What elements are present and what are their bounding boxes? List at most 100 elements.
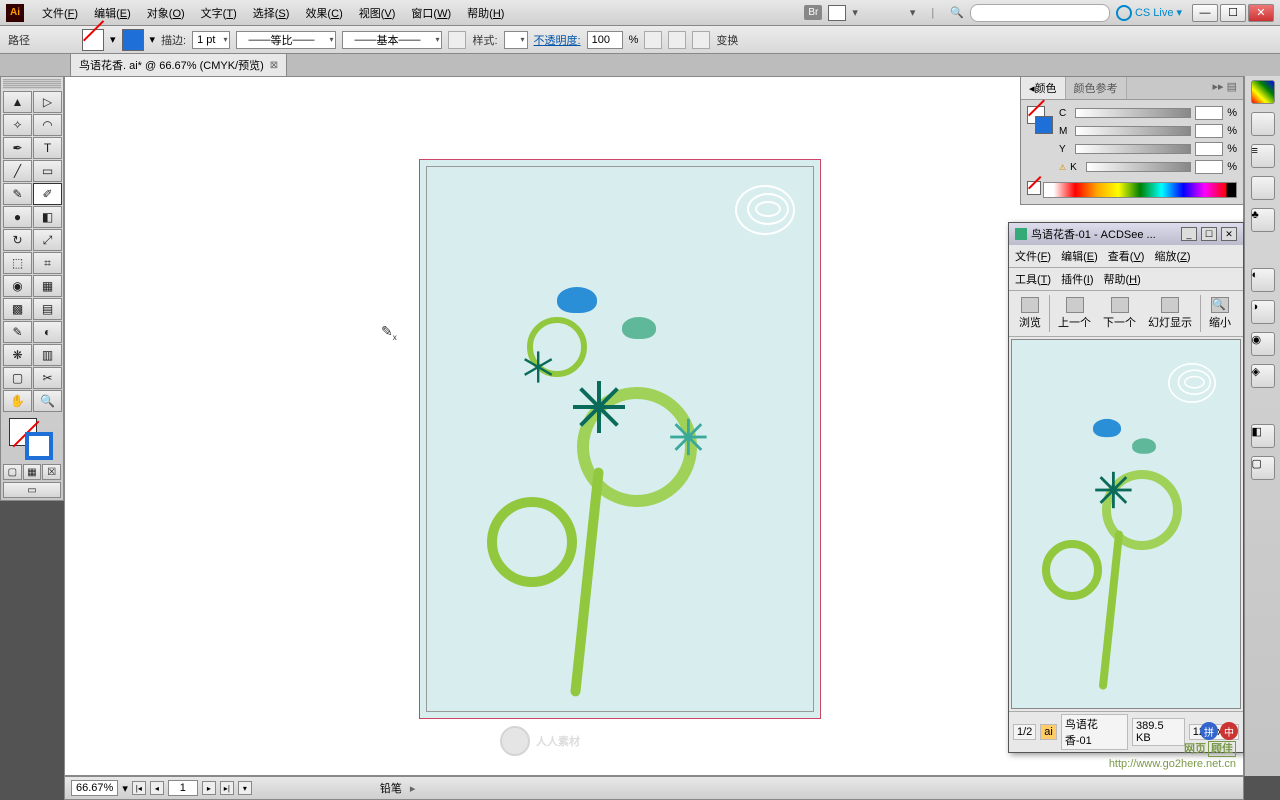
scale-tool[interactable]: ⤢ — [33, 229, 62, 251]
paintbrush-tool[interactable]: ✎ — [3, 183, 32, 205]
cslive-button[interactable]: CS Live ▾ — [1116, 5, 1182, 21]
dock-symbols-icon[interactable]: ♣ — [1251, 208, 1275, 232]
blend-tool[interactable]: ◐ — [33, 321, 62, 343]
acdsee-titlebar[interactable]: 鸟语花香-01 - ACDSee ... _ ☐ ✕ — [1009, 223, 1243, 245]
document-tab[interactable]: 鸟语花香. ai* @ 66.67% (CMYK/预览) ⊠ — [70, 53, 287, 76]
panel-menu-icon[interactable]: ▸▸ ▤ — [1207, 77, 1244, 99]
style-drop[interactable] — [504, 31, 528, 49]
close-tab-icon[interactable]: ⊠ — [270, 60, 278, 71]
profile-drop[interactable]: —— 等比 —— — [236, 31, 336, 49]
menu-f[interactable]: 文件(F) — [34, 2, 86, 24]
acdsee-preview[interactable] — [1011, 339, 1241, 709]
minimize-button[interactable]: — — [1192, 4, 1218, 22]
shape-builder-tool[interactable]: ◉ — [3, 275, 32, 297]
gradient-mode-button[interactable]: ▦ — [23, 464, 42, 480]
symbol-spray-tool[interactable]: ❋ — [3, 344, 32, 366]
eraser-tool[interactable]: ◧ — [33, 206, 62, 228]
dock-transparency-icon[interactable]: ◐ — [1251, 268, 1275, 292]
arrange-documents-button[interactable] — [828, 5, 846, 21]
acdsee-menu-t[interactable]: 工具(T) — [1015, 271, 1051, 287]
transform-icon[interactable] — [692, 31, 710, 49]
next-artboard-button[interactable]: ▸ — [202, 781, 216, 795]
acdsee-prev-button[interactable]: 上一个 — [1054, 295, 1095, 332]
stroke-indicator[interactable] — [25, 432, 53, 460]
close-button[interactable]: ✕ — [1248, 4, 1274, 22]
first-artboard-button[interactable]: |◂ — [132, 781, 146, 795]
menu-c[interactable]: 效果(C) — [297, 2, 350, 24]
dock-stroke-icon[interactable]: ≡ — [1251, 144, 1275, 168]
acdsee-browse-button[interactable]: 浏览 — [1015, 295, 1045, 332]
menu-s[interactable]: 选择(S) — [245, 2, 298, 24]
magic-wand-tool[interactable]: ✧ — [3, 114, 32, 136]
c-value[interactable] — [1195, 106, 1223, 120]
opacity-field[interactable]: 100 — [587, 31, 623, 49]
slice-tool[interactable]: ✂ — [33, 367, 62, 389]
zoom-field[interactable]: 66.67% — [71, 780, 118, 796]
artboard-number-field[interactable]: 1 — [168, 780, 198, 796]
opacity-link[interactable]: 不透明度: — [534, 32, 581, 48]
perspective-tool[interactable]: ▦ — [33, 275, 62, 297]
dock-artboards-icon[interactable]: ▢ — [1251, 456, 1275, 480]
screen-mode-button[interactable]: ▭ — [3, 482, 61, 498]
zoom-tool[interactable]: 🔍 — [33, 390, 62, 412]
blob-tool[interactable]: ● — [3, 206, 32, 228]
spectrum-bar[interactable] — [1043, 182, 1237, 198]
rectangle-tool[interactable]: ▭ — [33, 160, 62, 182]
line-tool[interactable]: ╱ — [3, 160, 32, 182]
prev-artboard-button[interactable]: ◂ — [150, 781, 164, 795]
transform-label[interactable]: 变换 — [716, 32, 738, 48]
last-artboard-button[interactable]: ▸| — [220, 781, 234, 795]
acdsee-min-button[interactable]: _ — [1181, 227, 1197, 241]
artboard-tool[interactable]: ▢ — [3, 367, 32, 389]
acdsee-max-button[interactable]: ☐ — [1201, 227, 1217, 241]
pen-tool[interactable]: ✒ — [3, 137, 32, 159]
m-slider[interactable] — [1075, 126, 1191, 136]
bridge-button[interactable]: Br — [804, 5, 822, 20]
direct-select-tool[interactable]: ▷ — [33, 91, 62, 113]
ime-indicator[interactable]: 拼 中 — [1200, 722, 1238, 740]
hand-tool[interactable]: ✋ — [3, 390, 32, 412]
menu-o[interactable]: 对象(O) — [139, 2, 193, 24]
stroke-swatch[interactable] — [122, 29, 144, 51]
acdsee-menu-e[interactable]: 编辑(E) — [1061, 248, 1098, 264]
rotate-tool[interactable]: ↻ — [3, 229, 32, 251]
mesh-tool[interactable]: ▩ — [3, 298, 32, 320]
c-slider[interactable] — [1075, 108, 1191, 118]
menu-e[interactable]: 编辑(E) — [86, 2, 139, 24]
color-guide-tab[interactable]: 颜色参考 — [1066, 77, 1127, 99]
menu-v[interactable]: 视图(V) — [351, 2, 404, 24]
fill-swatch[interactable] — [82, 29, 104, 51]
lasso-tool[interactable]: ◠ — [33, 114, 62, 136]
dock-color-icon[interactable] — [1251, 80, 1275, 104]
eyedropper-tool[interactable]: ✎ — [3, 321, 32, 343]
acdsee-menu-z[interactable]: 缩放(Z) — [1154, 248, 1190, 264]
dock-graphic-styles-icon[interactable]: ◈ — [1251, 364, 1275, 388]
dock-layers-icon[interactable]: ◧ — [1251, 424, 1275, 448]
acdsee-slide-button[interactable]: 幻灯显示 — [1144, 295, 1196, 332]
dock-swatches-icon[interactable] — [1251, 112, 1275, 136]
align-icon[interactable] — [668, 31, 686, 49]
recolor-icon[interactable] — [644, 31, 662, 49]
dock-gradient-icon[interactable]: ◑ — [1251, 300, 1275, 324]
none-swatch[interactable] — [1027, 181, 1041, 195]
acdsee-close-button[interactable]: ✕ — [1221, 227, 1237, 241]
warp-tool[interactable]: ⬚ — [3, 252, 32, 274]
stroke-weight-field[interactable]: 1 pt — [192, 31, 230, 49]
acdsee-menu-i[interactable]: 插件(I) — [1061, 271, 1093, 287]
k-value[interactable] — [1195, 160, 1223, 174]
color-tab[interactable]: ◂颜色 — [1021, 77, 1066, 99]
acdsee-menu-h[interactable]: 帮助(H) — [1103, 271, 1140, 287]
pencil-tool[interactable]: ✐ — [33, 183, 62, 205]
acdsee-menu-v[interactable]: 查看(V) — [1108, 248, 1145, 264]
panel-stroke-swatch[interactable] — [1035, 116, 1053, 134]
maximize-button[interactable]: ☐ — [1220, 4, 1246, 22]
gradient-tool[interactable]: ▤ — [33, 298, 62, 320]
search-input[interactable] — [970, 4, 1110, 22]
brush-options-icon[interactable] — [448, 31, 466, 49]
menu-t[interactable]: 文字(T) — [193, 2, 245, 24]
dock-brushes-icon[interactable] — [1251, 176, 1275, 200]
menu-w[interactable]: 窗口(W) — [403, 2, 459, 24]
panel-grip[interactable] — [3, 79, 61, 89]
none-mode-button[interactable]: ☒ — [42, 464, 61, 480]
acdsee-menu-f[interactable]: 文件(F) — [1015, 248, 1051, 264]
